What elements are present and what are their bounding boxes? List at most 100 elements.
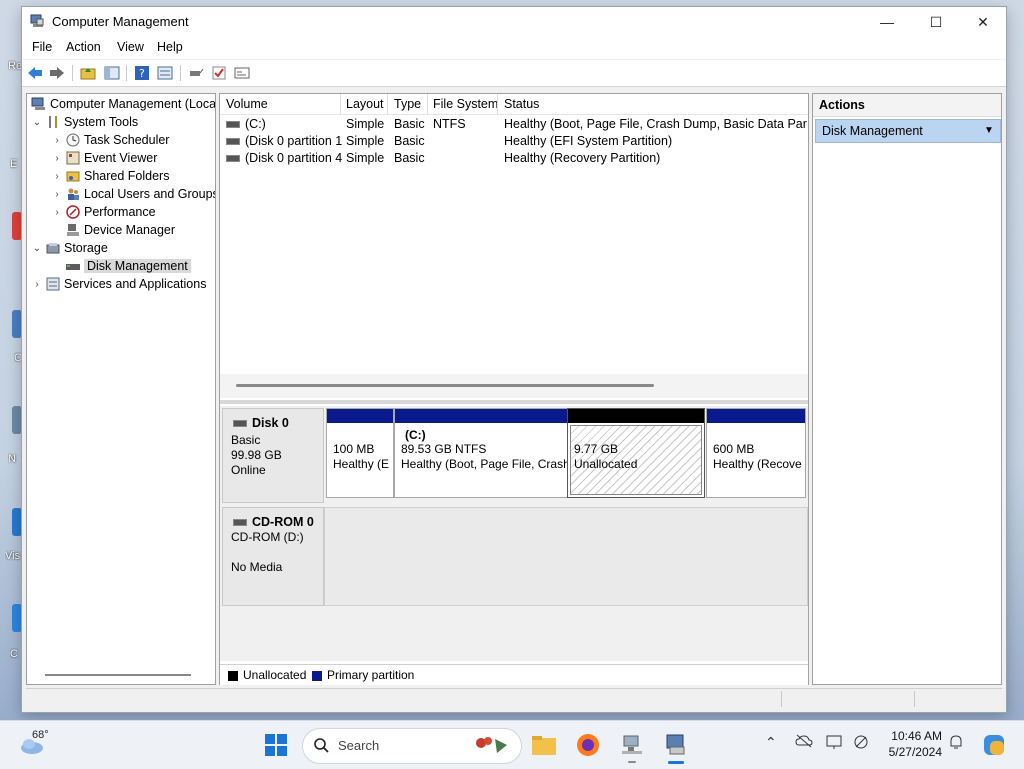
notification-bell-icon[interactable] bbox=[948, 734, 964, 753]
properties-icon[interactable] bbox=[233, 64, 251, 82]
tree-item-task-scheduler[interactable]: › Task Scheduler bbox=[51, 131, 169, 149]
title-bar[interactable]: Computer Management — ☐ ✕ bbox=[22, 7, 1006, 37]
volume-row[interactable]: (Disk 0 partition 4) Simple Basic Health… bbox=[220, 150, 808, 167]
volume-layout: Simple bbox=[346, 151, 385, 165]
tree-item-storage[interactable]: ⌄ Storage bbox=[31, 239, 108, 257]
forward-icon[interactable] bbox=[48, 64, 66, 82]
close-button[interactable]: ✕ bbox=[960, 7, 1006, 37]
volume-list-header: Volume Layout Type File System Status bbox=[220, 94, 808, 115]
legend-swatch-primary bbox=[312, 671, 322, 681]
triangle-down-icon[interactable]: ▼ bbox=[984, 125, 994, 136]
chevron-right-icon[interactable]: › bbox=[51, 153, 63, 164]
tree-item-shared-folders[interactable]: › Shared Folders bbox=[51, 167, 169, 185]
connect-icon[interactable] bbox=[187, 64, 205, 82]
back-icon[interactable] bbox=[26, 64, 44, 82]
column-volume[interactable]: Volume bbox=[226, 97, 268, 111]
accessibility-icon[interactable] bbox=[853, 734, 871, 753]
status-bar bbox=[26, 688, 1002, 709]
checklist-icon[interactable] bbox=[210, 64, 228, 82]
volume-status: Healthy (Recovery Partition) bbox=[504, 151, 661, 165]
chevron-down-icon[interactable]: ⌄ bbox=[31, 117, 43, 128]
volume-status: Healthy (Boot, Page File, Crash Dump, Ba… bbox=[504, 117, 807, 131]
partition-unallocated[interactable]: 9.77 GB Unallocated bbox=[567, 408, 705, 498]
menu-file[interactable]: File bbox=[32, 40, 52, 54]
tree-item-performance[interactable]: › Performance bbox=[51, 203, 156, 221]
clock-icon bbox=[65, 132, 81, 148]
volume-row[interactable]: (C:) Simple Basic NTFS Healthy (Boot, Pa… bbox=[220, 116, 808, 133]
cdrom-empty-area[interactable] bbox=[324, 507, 808, 606]
help-icon[interactable]: ? bbox=[133, 64, 151, 82]
menu-help[interactable]: Help bbox=[157, 40, 183, 54]
chevron-right-icon[interactable]: › bbox=[31, 279, 43, 290]
partition-status: Healthy (Recove bbox=[713, 457, 802, 471]
partition-recovery[interactable]: 600 MB Healthy (Recove bbox=[706, 408, 806, 498]
tree-item-device-manager[interactable]: Device Manager bbox=[63, 221, 175, 239]
disk-state: Online bbox=[231, 463, 266, 477]
chevron-right-icon[interactable]: › bbox=[51, 189, 63, 200]
tree-label: Event Viewer bbox=[84, 151, 158, 165]
column-layout[interactable]: Layout bbox=[346, 97, 384, 111]
computer-management-taskbar-icon[interactable] bbox=[662, 731, 690, 759]
toolbar-separator bbox=[72, 65, 73, 81]
tree-item-disk-management[interactable]: Disk Management bbox=[63, 257, 191, 275]
legend-label-primary: Primary partition bbox=[327, 668, 415, 682]
start-icon[interactable] bbox=[262, 731, 290, 759]
chevron-right-icon[interactable]: › bbox=[51, 171, 63, 182]
chevron-right-icon[interactable]: › bbox=[51, 207, 63, 218]
chevron-right-icon[interactable]: › bbox=[51, 135, 63, 146]
pane-splitter[interactable] bbox=[220, 400, 808, 404]
display-icon[interactable] bbox=[826, 734, 844, 753]
column-divider[interactable] bbox=[340, 94, 341, 114]
disk-0-label[interactable]: Disk 0 Basic 99.98 GB Online bbox=[222, 408, 324, 503]
cloud-offline-icon[interactable] bbox=[795, 734, 813, 751]
tree-item-system-tools[interactable]: ⌄ System Tools bbox=[31, 113, 138, 131]
clock-date[interactable]: 5/27/2024 bbox=[884, 745, 942, 759]
column-divider[interactable] bbox=[387, 94, 388, 114]
column-divider[interactable] bbox=[497, 94, 498, 114]
running-indicator bbox=[628, 761, 636, 763]
partition-c[interactable]: (C:) 89.53 GB NTFS Healthy (Boot, Page F… bbox=[394, 408, 568, 498]
toolbar-separator bbox=[126, 65, 127, 81]
actions-disk-management[interactable]: Disk Management ▼ bbox=[815, 119, 1001, 143]
horizontal-scrollbar-thumb[interactable] bbox=[236, 384, 654, 387]
services-icon bbox=[45, 276, 61, 292]
column-file-system[interactable]: File System bbox=[433, 97, 498, 111]
volume-list-scroll-track[interactable] bbox=[220, 374, 808, 398]
menu-action[interactable]: Action bbox=[66, 40, 101, 54]
partition-efi[interactable]: 100 MB Healthy (E bbox=[326, 408, 394, 498]
tree-label: Performance bbox=[84, 205, 156, 219]
clock-time[interactable]: 10:46 AM bbox=[886, 729, 942, 743]
taskbar-search[interactable]: Search bbox=[302, 728, 522, 764]
tree-horizontal-scrollbar[interactable] bbox=[45, 674, 191, 676]
network-app-icon[interactable] bbox=[618, 731, 646, 759]
copilot-icon[interactable] bbox=[980, 731, 1008, 759]
show-hide-tree-icon[interactable] bbox=[103, 64, 121, 82]
firefox-icon[interactable] bbox=[574, 731, 602, 759]
cdrom-0-label[interactable]: CD-ROM 0 CD-ROM (D:) No Media bbox=[222, 507, 324, 606]
maximize-button[interactable]: ☐ bbox=[913, 7, 959, 37]
tree-item-services-applications[interactable]: › Services and Applications bbox=[31, 275, 206, 293]
disk-size: 99.98 GB bbox=[231, 448, 282, 462]
minimize-button[interactable]: — bbox=[864, 7, 910, 37]
chevron-up-icon[interactable]: ⌃ bbox=[765, 734, 777, 751]
tree-label: Shared Folders bbox=[84, 169, 170, 183]
column-status[interactable]: Status bbox=[504, 97, 539, 111]
tree-item-local-users[interactable]: › Local Users and Groups bbox=[51, 185, 215, 203]
actions-title: Actions bbox=[819, 98, 865, 112]
file-explorer-icon[interactable] bbox=[530, 731, 558, 759]
console-tree-icon[interactable] bbox=[156, 64, 174, 82]
up-folder-icon[interactable] bbox=[79, 64, 97, 82]
menu-view[interactable]: View bbox=[117, 40, 144, 54]
column-type[interactable]: Type bbox=[394, 97, 421, 111]
partition-status: Healthy (Boot, Page File, Crash bbox=[401, 457, 568, 471]
toolbar: ? bbox=[22, 60, 1006, 87]
column-divider[interactable] bbox=[427, 94, 428, 114]
chevron-down-icon[interactable]: ⌄ bbox=[31, 243, 43, 254]
device-manager-icon bbox=[65, 222, 81, 238]
tree-item-event-viewer[interactable]: › Event Viewer bbox=[51, 149, 157, 167]
shared-folder-icon bbox=[65, 168, 81, 184]
volume-row[interactable]: (Disk 0 partition 1) Simple Basic Health… bbox=[220, 133, 808, 150]
primary-partition-bar bbox=[395, 409, 567, 423]
tree-item-computer-management[interactable]: Computer Management (Local bbox=[29, 95, 215, 113]
computer-management-window: Computer Management — ☐ ✕ File Action Vi… bbox=[21, 6, 1007, 713]
